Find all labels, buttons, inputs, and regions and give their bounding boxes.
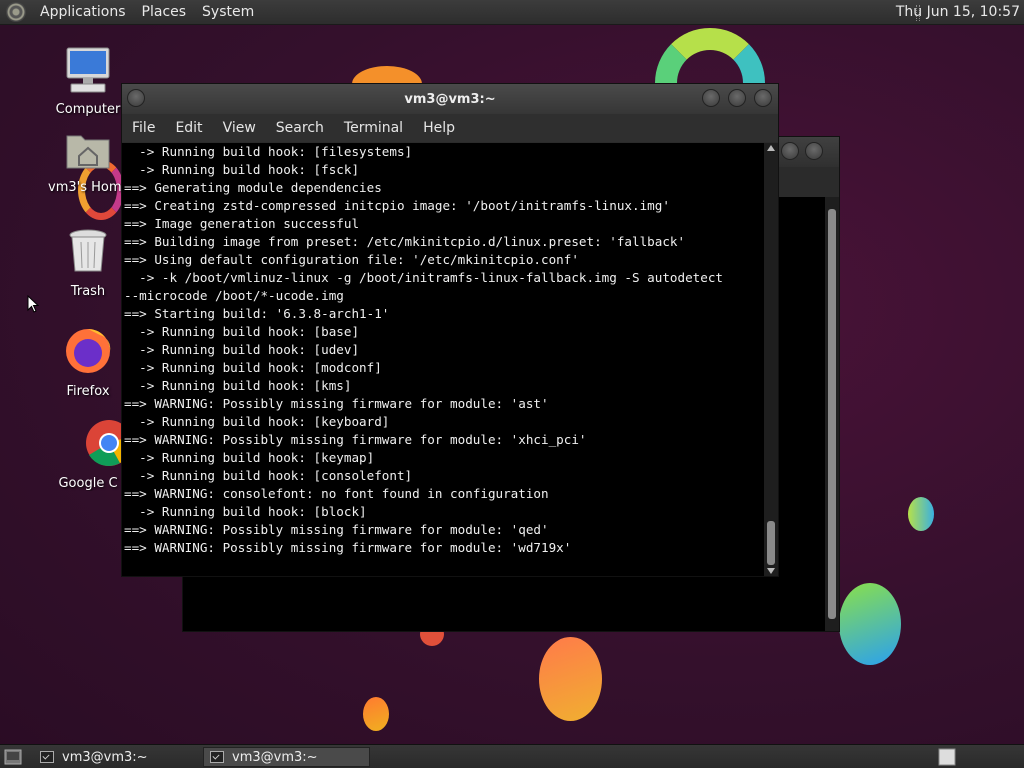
- scrollbar[interactable]: [764, 143, 778, 576]
- home-folder-icon: [66, 135, 110, 169]
- terminal-line: ==> Using default configuration file: '/…: [124, 252, 579, 267]
- terminal-output-area[interactable]: -> Running build hook: [filesystems] -> …: [122, 143, 764, 576]
- computer-icon: [66, 47, 110, 93]
- terminal-line: ==> WARNING: Possibly missing firmware f…: [124, 522, 549, 537]
- desktop-icon-trash[interactable]: Trash: [48, 228, 128, 299]
- scroll-down-arrow-icon[interactable]: [767, 568, 775, 574]
- window-title: vm3@vm3:~: [404, 91, 496, 107]
- minimize-button[interactable]: [702, 89, 720, 107]
- terminal-line: ==> Building image from preset: /etc/mki…: [124, 234, 686, 249]
- desktop-icon-label: Trash: [70, 284, 106, 299]
- menu-terminal[interactable]: Terminal: [334, 120, 413, 136]
- show-desktop-icon[interactable]: [4, 749, 22, 765]
- bottom-panel: vm3@vm3:~ vm3@vm3:~: [0, 744, 1024, 768]
- terminal-line: -> Running build hook: [keyboard]: [124, 414, 390, 429]
- terminal-line: ==> Creating zstd-compressed initcpio im…: [124, 198, 670, 213]
- desktop-icon-label: vm3's Home: [48, 180, 128, 195]
- workspace-switcher-icon[interactable]: [938, 748, 956, 766]
- taskbar-item-label: vm3@vm3:~: [232, 749, 318, 765]
- taskbar-item-label: vm3@vm3:~: [62, 749, 148, 765]
- trash-icon: [69, 229, 107, 272]
- top-panel: Applications Places System Thu Jun 15, 1…: [0, 0, 1024, 25]
- menu-applications[interactable]: Applications: [32, 4, 134, 20]
- scrollbar-thumb[interactable]: [767, 521, 775, 565]
- close-button[interactable]: [754, 89, 772, 107]
- desktop-icon-computer[interactable]: Computer: [48, 46, 128, 117]
- desktop-icon-label: Firefox: [66, 384, 110, 399]
- menu-places[interactable]: Places: [134, 4, 195, 20]
- terminal-line: -> Running build hook: [udev]: [124, 342, 360, 357]
- terminal-line: -> Running build hook: [block]: [124, 504, 367, 519]
- terminal-line: -> Running build hook: [base]: [124, 324, 360, 339]
- scroll-up-arrow-icon[interactable]: [767, 145, 775, 151]
- desktop-icon-home[interactable]: vm3's Home: [48, 128, 128, 195]
- clock[interactable]: Thu Jun 15, 10:57: [896, 4, 1020, 20]
- terminal-line: ==> WARNING: Possibly missing firmware f…: [124, 540, 572, 555]
- terminal-icon: [210, 751, 224, 763]
- menu-help[interactable]: Help: [413, 120, 465, 136]
- scrollbar-thumb[interactable]: [828, 209, 836, 619]
- terminal-line: -> Running build hook: [keymap]: [124, 450, 375, 465]
- terminal-line: ==> WARNING: consolefont: no font found …: [124, 486, 549, 501]
- terminal-window[interactable]: vm3@vm3:~ File Edit View Search Terminal…: [121, 83, 779, 577]
- terminal-line: -> Running build hook: [modconf]: [124, 360, 382, 375]
- terminal-line: -> Running build hook: [fsck]: [124, 162, 360, 177]
- desktop-icon-label: Google C: [58, 476, 118, 491]
- terminal-line: ==> Starting build: '6.3.8-arch1-1': [124, 306, 390, 321]
- terminal-line: -> -k /boot/vmlinuz-linux -g /boot/initr…: [124, 270, 723, 285]
- menu-system[interactable]: System: [194, 4, 262, 20]
- terminal-line: -> Running build hook: [filesystems]: [124, 144, 413, 159]
- close-button[interactable]: [805, 142, 823, 160]
- menu-view[interactable]: View: [213, 120, 266, 136]
- wallpaper-blob: [908, 497, 934, 531]
- taskbar-item-active[interactable]: vm3@vm3:~: [203, 747, 370, 767]
- terminal-menubar: File Edit View Search Terminal Help: [122, 114, 778, 142]
- menu-edit[interactable]: Edit: [165, 120, 212, 136]
- system-logo-icon[interactable]: [6, 2, 26, 22]
- terminal-icon: [40, 751, 54, 763]
- menu-file[interactable]: File: [122, 120, 165, 136]
- terminal-line: ==> WARNING: Possibly missing firmware f…: [124, 396, 549, 411]
- desktop-icon-chrome[interactable]: Google C: [48, 418, 133, 491]
- window-titlebar[interactable]: vm3@vm3:~: [122, 84, 778, 114]
- wallpaper-blob: [839, 583, 901, 665]
- maximize-button[interactable]: [728, 89, 746, 107]
- desktop-icon-label: Computer: [55, 102, 121, 117]
- maximize-button[interactable]: [781, 142, 799, 160]
- wallpaper-blob: [363, 697, 389, 731]
- scrollbar[interactable]: [825, 197, 839, 631]
- terminal-line: ==> Image generation successful: [124, 216, 360, 231]
- desktop-icon-firefox[interactable]: Firefox: [48, 326, 128, 399]
- wallpaper-blob: [539, 637, 602, 721]
- terminal-line: ==> Generating module dependencies: [124, 180, 382, 195]
- taskbar-item[interactable]: vm3@vm3:~: [34, 747, 202, 767]
- menu-search[interactable]: Search: [266, 120, 334, 136]
- terminal-line: -> Running build hook: [kms]: [124, 378, 352, 393]
- mouse-pointer-icon: [27, 295, 39, 313]
- firefox-icon: [66, 329, 111, 373]
- terminal-line: --microcode /boot/*-ucode.img: [124, 288, 344, 303]
- terminal-line: -> Running build hook: [consolefont]: [124, 468, 413, 483]
- terminal-line: ==> WARNING: Possibly missing firmware f…: [124, 432, 587, 447]
- window-menu-button[interactable]: [127, 89, 145, 107]
